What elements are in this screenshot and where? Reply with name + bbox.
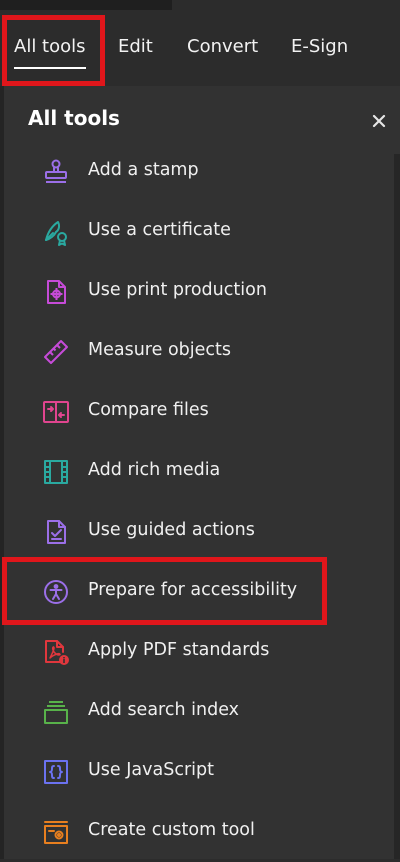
- film-icon: [44, 460, 68, 484]
- search-index-icon: [44, 701, 68, 724]
- close-icon: [372, 114, 386, 128]
- tab-edit[interactable]: Edit: [118, 36, 153, 57]
- tool-list: Add a stamp Use a certificate Use print …: [0, 142, 394, 862]
- tool-apply-pdf-standards[interactable]: Apply PDF standards: [0, 622, 394, 682]
- tool-add-rich-media[interactable]: Add rich media: [0, 442, 394, 502]
- tab-e-sign[interactable]: E-Sign: [291, 36, 348, 57]
- tool-label: Use a certificate: [88, 220, 231, 240]
- custom-tool-icon: [44, 821, 68, 844]
- tool-measure-objects[interactable]: Measure objects: [0, 322, 394, 382]
- tool-use-print-production[interactable]: Use print production: [0, 262, 394, 322]
- tool-label: Create custom tool: [88, 820, 255, 840]
- javascript-icon: [44, 760, 68, 784]
- compare-files-icon: [43, 401, 69, 423]
- tab-convert[interactable]: Convert: [187, 36, 258, 57]
- guided-actions-icon: [47, 520, 66, 544]
- certificate-icon: [45, 221, 67, 246]
- all-tools-panel: All tools Add a stamp Use a certificate …: [0, 86, 400, 859]
- tool-label: Add rich media: [88, 460, 221, 480]
- panel-scrollbar[interactable]: [394, 154, 400, 859]
- tool-use-a-certificate[interactable]: Use a certificate: [0, 202, 394, 262]
- top-tab-bar: All tools Edit Convert E-Sign: [0, 10, 400, 86]
- close-panel-button[interactable]: [368, 110, 390, 132]
- stamp-icon: [45, 159, 67, 183]
- panel-title: All tools: [28, 106, 120, 130]
- tool-use-javascript[interactable]: Use JavaScript: [0, 742, 394, 802]
- tool-use-guided-actions[interactable]: Use guided actions: [0, 502, 394, 562]
- document-tab-strip: [0, 0, 172, 10]
- tab-all-tools[interactable]: All tools: [14, 36, 86, 69]
- ruler-icon: [44, 340, 68, 364]
- print-production-icon: [47, 280, 66, 304]
- tool-label: Add a stamp: [88, 160, 199, 180]
- tool-add-a-stamp[interactable]: Add a stamp: [0, 142, 394, 202]
- pdf-standards-icon: [45, 640, 69, 665]
- tool-label: Apply PDF standards: [88, 640, 270, 660]
- tool-label: Prepare for accessibility: [88, 580, 298, 600]
- tool-compare-files[interactable]: Compare files: [0, 382, 394, 442]
- title-bar-strip: [0, 0, 400, 10]
- tool-label: Use print production: [88, 280, 267, 300]
- tool-label: Add search index: [88, 700, 240, 720]
- tool-prepare-for-accessibility[interactable]: Prepare for accessibility: [0, 562, 394, 622]
- tool-label: Use guided actions: [88, 520, 255, 540]
- tool-label: Measure objects: [88, 340, 231, 360]
- accessibility-icon: [44, 580, 68, 604]
- tool-add-search-index[interactable]: Add search index: [0, 682, 394, 742]
- tool-label: Compare files: [88, 400, 209, 420]
- tool-create-custom-tool[interactable]: Create custom tool: [0, 802, 394, 862]
- tool-label: Use JavaScript: [88, 760, 214, 780]
